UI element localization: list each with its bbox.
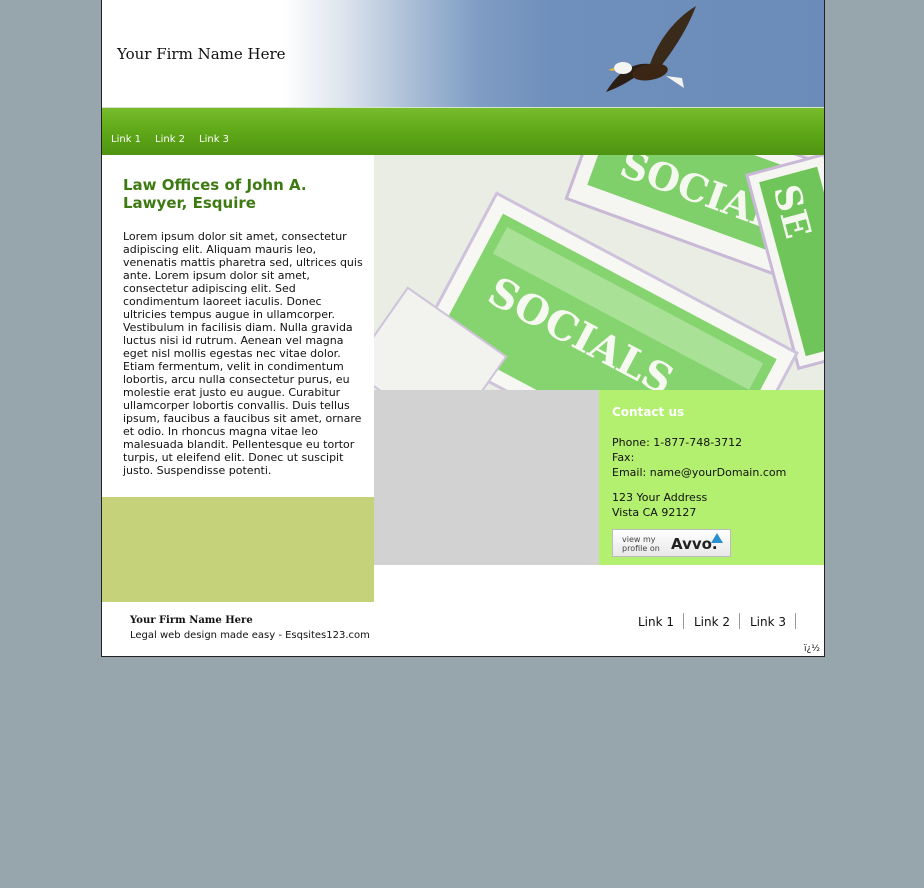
contact-address-line2: Vista CA 92127 (612, 506, 697, 519)
olive-panel (102, 497, 374, 602)
contact-email[interactable]: Email: name@yourDomain.com (612, 466, 786, 479)
eagle-image (606, 6, 696, 92)
hero-image: SOCIALS SE SOCIALS (374, 155, 824, 390)
avvo-arrow-icon (711, 533, 723, 543)
contact-panel: Contact us Phone: 1-877-748-3712 Fax: Em… (599, 390, 824, 565)
page-heading: Law Offices of John A. Lawyer, Esquire (123, 176, 307, 212)
body-paragraph: Lorem ipsum dolor sit amet, consectetur … (123, 230, 363, 477)
footer-link-2[interactable]: Link 2 (694, 615, 730, 629)
social-security-cards-image: SOCIALS SE SOCIALS (374, 155, 824, 390)
footer-separator (739, 613, 740, 629)
footer-separator (683, 613, 684, 629)
nav-link-1[interactable]: Link 1 (111, 134, 141, 145)
corner-glyph: ï¿½ (804, 644, 821, 654)
nav-link-3[interactable]: Link 3 (199, 134, 229, 145)
main-nav: Link 1 Link 2 Link 3 (102, 108, 824, 155)
gray-panel (374, 390, 599, 565)
footer-separator (795, 613, 796, 629)
contact-title: Contact us (612, 405, 685, 419)
footer-link-3[interactable]: Link 3 (750, 615, 786, 629)
avvo-profile-badge[interactable]: view my profile on Avvo. (612, 529, 731, 557)
avvo-badge-caption: view my profile on (622, 535, 660, 553)
site-header: Your Firm Name Here (102, 0, 824, 108)
firm-name-title: Your Firm Name Here (117, 45, 286, 63)
footer-tagline[interactable]: Legal web design made easy - Esqsites123… (130, 630, 370, 641)
contact-fax: Fax: (612, 451, 635, 464)
footer-firm-name: Your Firm Name Here (130, 615, 253, 626)
content-column: Law Offices of John A. Lawyer, Esquire L… (102, 155, 374, 497)
footer-link-1[interactable]: Link 1 (638, 615, 674, 629)
contact-address-line1: 123 Your Address (612, 491, 708, 504)
nav-link-2[interactable]: Link 2 (155, 134, 185, 145)
contact-phone: Phone: 1-877-748-3712 (612, 436, 743, 449)
page-container: Your Firm Name Here Link 1 Link 2 Link 3… (101, 0, 825, 657)
